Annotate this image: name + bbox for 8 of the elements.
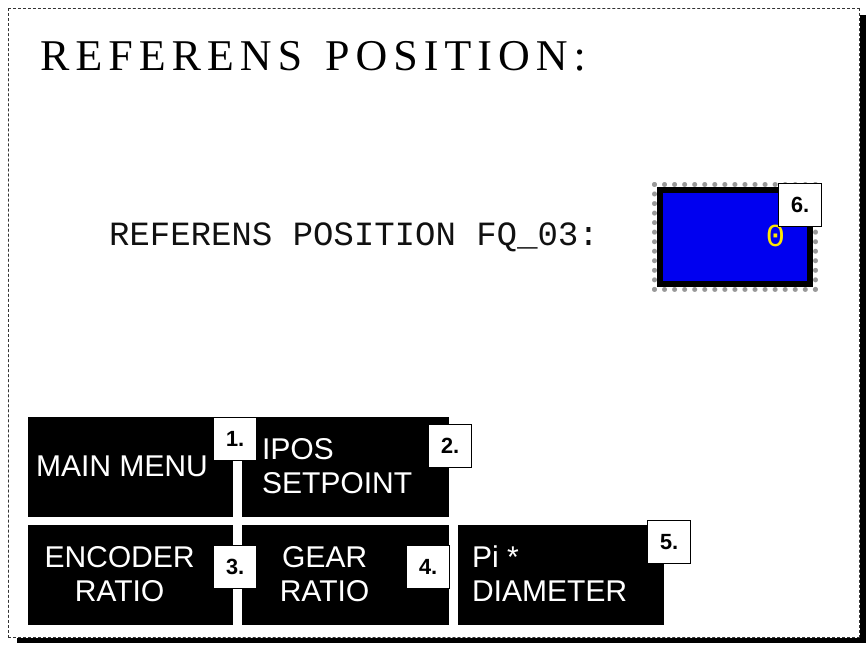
- callout-number: 1.: [213, 417, 257, 461]
- callout-number: 6.: [778, 183, 822, 227]
- field-label: REFERENS POSITION FQ_03:: [109, 218, 600, 256]
- callout-number: 4.: [406, 545, 450, 589]
- callout-number: 2.: [428, 424, 472, 468]
- callout-number: 3.: [213, 545, 257, 589]
- callout-number: 5.: [647, 520, 691, 564]
- screen-title: REFERENS POSITION:: [40, 31, 593, 81]
